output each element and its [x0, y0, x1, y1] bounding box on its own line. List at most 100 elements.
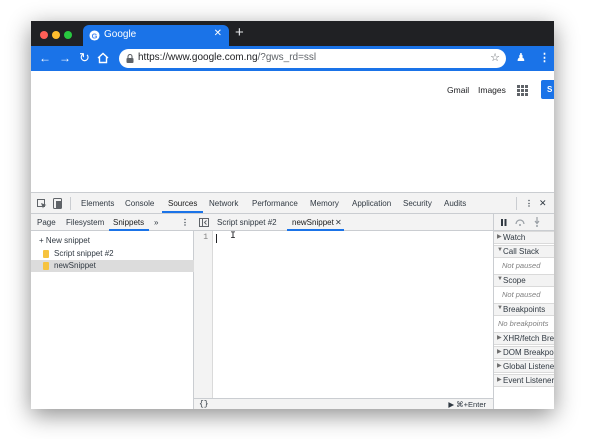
- line-number: 1: [203, 233, 208, 242]
- close-editor-tab-icon[interactable]: ✕: [335, 218, 342, 227]
- dom-breakpoints-section[interactable]: ▶ DOM Breakpoints: [494, 346, 554, 359]
- section-title: Breakpoints: [503, 305, 546, 314]
- event-listener-breakpoints-section[interactable]: ▶ Event Listener Breakpoints: [494, 374, 554, 387]
- code-area[interactable]: [214, 231, 493, 398]
- toggle-navigator-icon[interactable]: [199, 218, 209, 227]
- web-page: Gmail Images S: [31, 71, 554, 192]
- window-maximize-button[interactable]: [64, 31, 72, 39]
- collapsed-arrow-icon: ▶: [497, 349, 502, 355]
- section-title: Event Listener Breakpoints: [503, 376, 554, 385]
- section-title: Call Stack: [503, 247, 540, 256]
- call-stack-placeholder: Not paused: [502, 261, 541, 270]
- devtools-panel-tabs: Elements Console Sources Network Perform…: [31, 193, 554, 214]
- tab-network[interactable]: Network: [209, 199, 238, 208]
- tab-strip: G Google ✕ +: [31, 21, 554, 46]
- call-stack-section[interactable]: ▼ Call Stack: [494, 245, 554, 258]
- pause-icon[interactable]: [500, 219, 507, 226]
- watch-section[interactable]: ▶ Watch: [494, 231, 554, 244]
- sign-in-button[interactable]: S: [541, 80, 554, 99]
- step-into-icon[interactable]: [534, 217, 540, 227]
- debugger-toolbar: [494, 214, 554, 231]
- snippet-name: Script snippet #2: [54, 249, 114, 258]
- xhr-breakpoints-section[interactable]: ▶ XHR/fetch Breakpoints: [494, 332, 554, 345]
- more-tabs-icon[interactable]: »: [154, 218, 158, 227]
- menu-kebab-icon[interactable]: ⋮: [539, 51, 550, 64]
- sources-navigator: Page Filesystem Snippets » ⋮ + New snipp…: [31, 214, 194, 409]
- devtools-panel: Elements Console Sources Network Perform…: [31, 192, 554, 409]
- global-listeners-section[interactable]: ▶ Global Listeners: [494, 360, 554, 373]
- tab-title: Google: [104, 29, 137, 40]
- browser-tab[interactable]: G Google ✕: [83, 25, 229, 46]
- toolbar-divider: [70, 197, 71, 210]
- gmail-link[interactable]: Gmail: [447, 85, 469, 95]
- pretty-print-button[interactable]: {}: [199, 400, 209, 409]
- line-number-gutter: 1: [194, 231, 213, 398]
- collapsed-arrow-icon: ▶: [497, 377, 502, 383]
- url-text: https://www.google.com.ng/?gws_rd=ssl: [138, 52, 316, 63]
- tab-filesystem[interactable]: Filesystem: [66, 218, 104, 227]
- tab-close-icon[interactable]: ✕: [214, 28, 222, 39]
- svg-text:G: G: [92, 31, 98, 40]
- editor-footer: {} ▶ ⌘+Enter: [194, 398, 493, 409]
- snippet-item-selected[interactable]: newSnippet: [31, 260, 194, 272]
- inspect-element-icon[interactable]: [37, 199, 47, 209]
- new-snippet-button[interactable]: + New snippet: [39, 236, 90, 245]
- tab-audits[interactable]: Audits: [444, 199, 466, 208]
- editor-tab[interactable]: Script snippet #2: [217, 218, 277, 227]
- tab-page[interactable]: Page: [37, 218, 56, 227]
- snippet-file-icon: [43, 250, 49, 258]
- bookmark-star-icon[interactable]: ☆: [490, 51, 500, 64]
- active-tab-indicator: [162, 211, 203, 213]
- browser-toolbar: ← → ↻ https://www.google.com.ng/?gws_rd=…: [31, 46, 554, 71]
- navigator-tabs: Page Filesystem Snippets » ⋮: [31, 214, 194, 231]
- active-navigator-indicator: [109, 229, 149, 231]
- snippet-name: newSnippet: [54, 261, 96, 270]
- scope-placeholder: Not paused: [502, 290, 541, 299]
- home-icon[interactable]: [97, 52, 109, 64]
- breakpoints-section[interactable]: ▼ Breakpoints: [494, 303, 554, 316]
- scope-section[interactable]: ▼ Scope: [494, 274, 554, 287]
- devtools-menu-icon[interactable]: ⋮: [525, 199, 533, 208]
- tab-sources[interactable]: Sources: [168, 199, 197, 208]
- url-path: /?gws_rd=ssl: [257, 52, 317, 63]
- forward-icon[interactable]: →: [59, 51, 71, 65]
- editor-tabs: Script snippet #2 newSnippet ✕: [194, 214, 493, 231]
- snippet-file-icon: [43, 262, 49, 270]
- run-snippet-button[interactable]: ▶ ⌘+Enter: [448, 400, 486, 409]
- google-favicon-icon: G: [89, 30, 100, 41]
- step-over-icon[interactable]: [515, 218, 525, 226]
- url-host: https://www.google.com.ng: [138, 52, 258, 63]
- section-title: Watch: [503, 233, 526, 242]
- section-title: Global Listeners: [503, 362, 554, 371]
- tab-memory[interactable]: Memory: [310, 199, 339, 208]
- browser-window: G Google ✕ + ← → ↻ https://www.google.co…: [31, 21, 554, 409]
- section-title: XHR/fetch Breakpoints: [503, 334, 554, 343]
- tab-performance[interactable]: Performance: [252, 199, 298, 208]
- tab-snippets[interactable]: Snippets: [113, 218, 144, 227]
- tab-security[interactable]: Security: [403, 199, 432, 208]
- code-editor: Script snippet #2 newSnippet ✕ 1 I {} ▶ …: [194, 214, 493, 409]
- tab-console[interactable]: Console: [125, 199, 154, 208]
- extension-icon[interactable]: ♟: [516, 51, 526, 64]
- window-minimize-button[interactable]: [52, 31, 60, 39]
- tab-application[interactable]: Application: [352, 199, 391, 208]
- back-icon[interactable]: ←: [39, 51, 51, 65]
- apps-grid-icon[interactable]: [517, 85, 528, 96]
- editor-tab-active[interactable]: newSnippet: [292, 218, 334, 227]
- section-title: Scope: [503, 276, 526, 285]
- section-title: DOM Breakpoints: [503, 348, 554, 357]
- address-bar[interactable]: https://www.google.com.ng/?gws_rd=ssl ☆: [119, 49, 506, 68]
- device-toolbar-icon[interactable]: [53, 198, 62, 209]
- devtools-close-icon[interactable]: ✕: [539, 198, 547, 209]
- collapsed-arrow-icon: ▶: [497, 234, 502, 240]
- tab-elements[interactable]: Elements: [81, 199, 114, 208]
- window-close-button[interactable]: [40, 31, 48, 39]
- new-tab-button[interactable]: +: [235, 24, 244, 42]
- debugger-sidebar: ▶ Watch ▼ Call Stack Not paused ▼ Scope …: [493, 214, 554, 409]
- reload-icon[interactable]: ↻: [79, 51, 90, 65]
- collapsed-arrow-icon: ▶: [497, 335, 502, 341]
- images-link[interactable]: Images: [478, 85, 506, 95]
- snippet-item[interactable]: Script snippet #2: [31, 248, 194, 260]
- toolbar-divider: [516, 197, 517, 210]
- navigator-menu-icon[interactable]: ⋮: [181, 218, 189, 227]
